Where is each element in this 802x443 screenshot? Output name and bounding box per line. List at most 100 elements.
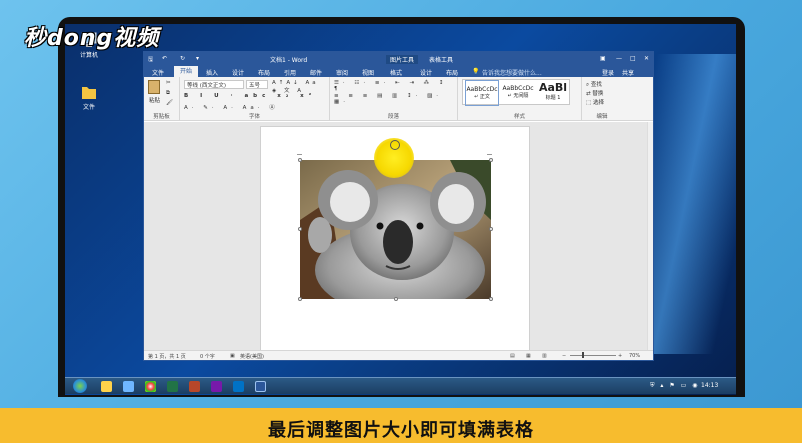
system-tray-icons[interactable]: ⛨ ▴ ⚑ ▭ ◉ [650,382,699,390]
maximize-icon[interactable]: □ [630,55,636,62]
tab-layout[interactable]: 布局 [258,68,270,77]
proofing-icon[interactable]: ▣ [230,353,235,359]
tab-view[interactable]: 视图 [362,68,374,77]
tab-mailings[interactable]: 邮件 [310,68,322,77]
redo-icon[interactable]: ↻ [180,55,185,62]
replace-button[interactable]: ⇄ 替换 [586,89,603,97]
style-normal[interactable]: AaBbCcDc ↵ 正文 [465,80,499,106]
undo-icon[interactable]: ↶ [162,55,167,62]
rotate-handle-icon[interactable] [390,140,400,150]
list-buttons[interactable]: ☰· ☷· ≡· ⇤ ⇥ ⁂ ↕ ¶ [334,80,457,92]
tab-insert[interactable]: 插入 [206,68,218,77]
table-border-mark [487,154,492,155]
replace-label: 替换 [592,91,604,97]
cut-icon[interactable]: ✂ [166,80,171,86]
tab-picture-format[interactable]: 格式 [390,68,402,77]
context-group-picture-tools: 图片工具 [386,55,419,64]
font-size-grow-shrink[interactable]: A↑A↓ Aa ◈ 文 A [272,80,329,94]
excel-icon[interactable] [167,381,178,392]
zoom-slider-thumb[interactable] [582,352,584,358]
page-count[interactable]: 第 1 页，共 1 页 [148,353,186,360]
find-label: 查找 [590,82,602,88]
status-bar: 第 1 页，共 1 页 0 个字 ▣ 英语(美国) ▤ ▦ ▥ − + 70% [144,350,653,360]
media-icon[interactable] [123,381,134,392]
style-name: ↵ 无间隔 [507,93,529,99]
resize-handle-ne[interactable] [489,158,493,162]
font-effect-buttons[interactable]: A· ✎· A· Aa· Ⓐ [184,103,279,111]
tab-table-layout[interactable]: 布局 [446,68,458,77]
start-button[interactable] [73,379,87,393]
chrome-icon[interactable] [145,381,156,392]
ribbon-tabs: 文件 开始 插入 设计 布局 引用 邮件 审阅 视图 格式 设计 布局 💡 告诉… [144,66,653,77]
web-layout-icon[interactable]: ▥ [542,353,547,359]
title-bar: 🖫 ↶ ↻ ▾ 文档1 - Word 图片工具 表格工具 ▣ — □ ✕ [144,52,653,66]
styles-gallery: AaBbCcDc ↵ 正文 AaBbCcDc ↵ 无间隔 AaBl 标题 1 [462,79,570,106]
word-taskbar-icon[interactable] [255,381,266,392]
clock[interactable]: 14:13 [701,382,718,389]
tab-review[interactable]: 审阅 [336,68,348,77]
font-name-select[interactable]: 等线 (西文正文) [184,80,244,89]
font-style-buttons[interactable]: B I U · abc x₂ x² [184,93,316,99]
resize-handle-e[interactable] [489,227,493,231]
zoom-level[interactable]: 70% [629,353,640,359]
resize-handle-sw[interactable] [298,297,302,301]
group-label: 剪贴板 [153,114,170,120]
tab-home[interactable]: 开始 [174,66,199,77]
style-name: 标题 1 [545,95,561,101]
zoom-in-icon[interactable]: + [618,353,622,359]
zoom-slider[interactable] [570,355,616,356]
outlook-icon[interactable] [233,381,244,392]
share-button[interactable]: 共享 [622,68,634,77]
select-label: 选择 [592,100,604,106]
vertical-scrollbar[interactable] [647,122,653,351]
paste-icon[interactable] [148,80,160,94]
style-name: ↵ 正文 [474,94,490,100]
style-no-spacing[interactable]: AaBbCcDc ↵ 无间隔 [501,80,535,106]
lightbulb-icon: 💡 [472,68,480,75]
style-heading-1[interactable]: AaBl 标题 1 [537,80,569,106]
tab-table-design[interactable]: 设计 [420,68,432,77]
ribbon-display-icon[interactable]: ▣ [600,55,606,62]
copy-icon[interactable]: ⧉ [166,90,170,97]
paste-button[interactable]: 粘贴 [149,96,160,104]
find-button[interactable]: ⌕ 查找 [586,80,602,89]
group-editing: ⌕ 查找 ⇄ 替换 ⬚ 选择 编辑 [582,77,622,121]
word-count[interactable]: 0 个字 [200,353,215,360]
language-indicator[interactable]: 英语(美国) [240,353,264,360]
powerpoint-icon[interactable] [189,381,200,392]
resize-handle-w[interactable] [298,227,302,231]
tab-file[interactable]: 文件 [152,68,164,77]
format-painter-icon[interactable]: 🖌 [166,100,173,106]
print-layout-icon[interactable]: ▦ [526,353,531,359]
customize-qat-icon[interactable]: ▾ [196,55,199,62]
desktop-icon-folder[interactable]: 文件 [69,84,109,111]
resize-handle-nw[interactable] [298,158,302,162]
group-styles: AaBbCcDc ↵ 正文 AaBbCcDc ↵ 无间隔 AaBl 标题 1 样… [458,77,582,121]
font-size-select[interactable]: 五号 [246,80,268,89]
tab-references[interactable]: 引用 [284,68,296,77]
style-preview: AaBbCcDc [502,85,534,92]
tab-design[interactable]: 设计 [232,68,244,77]
select-button[interactable]: ⬚ 选择 [586,98,604,106]
zoom-out-icon[interactable]: − [562,353,566,359]
group-label: 编辑 [596,114,608,120]
subtitle-bar: 最后调整图片大小即可填满表格 [0,408,802,443]
save-icon[interactable]: 🖫 [148,55,153,65]
explorer-icon[interactable] [101,381,112,392]
resize-handle-se[interactable] [489,297,493,301]
table-border-mark [297,154,302,155]
tell-me-box[interactable]: 告诉我您想要做什么... [482,68,542,77]
group-font: 等线 (西文正文) 五号 A↑A↓ Aa ◈ 文 A B I U · abc x… [180,77,330,121]
sign-in-link[interactable]: 登录 [602,68,614,77]
close-icon[interactable]: ✕ [644,55,649,62]
word-window: 🖫 ↶ ↻ ▾ 文档1 - Word 图片工具 表格工具 ▣ — □ ✕ 文件 … [143,51,654,361]
style-preview: AaBbCcDc [466,86,498,93]
group-label: 段落 [387,114,399,120]
koala-image[interactable] [300,160,491,299]
onenote-icon[interactable] [211,381,222,392]
read-mode-icon[interactable]: ▤ [510,353,515,359]
resize-handle-s[interactable] [394,297,398,301]
align-buttons[interactable]: ≡ ≡ ≡ ▤ ▥ ↕· ▨· ▦· [334,93,457,105]
minimize-icon[interactable]: — [616,55,622,62]
group-paragraph: ☰· ☷· ≡· ⇤ ⇥ ⁂ ↕ ¶ ≡ ≡ ≡ ▤ ▥ ↕· ▨· ▦· 段落 [330,77,458,121]
